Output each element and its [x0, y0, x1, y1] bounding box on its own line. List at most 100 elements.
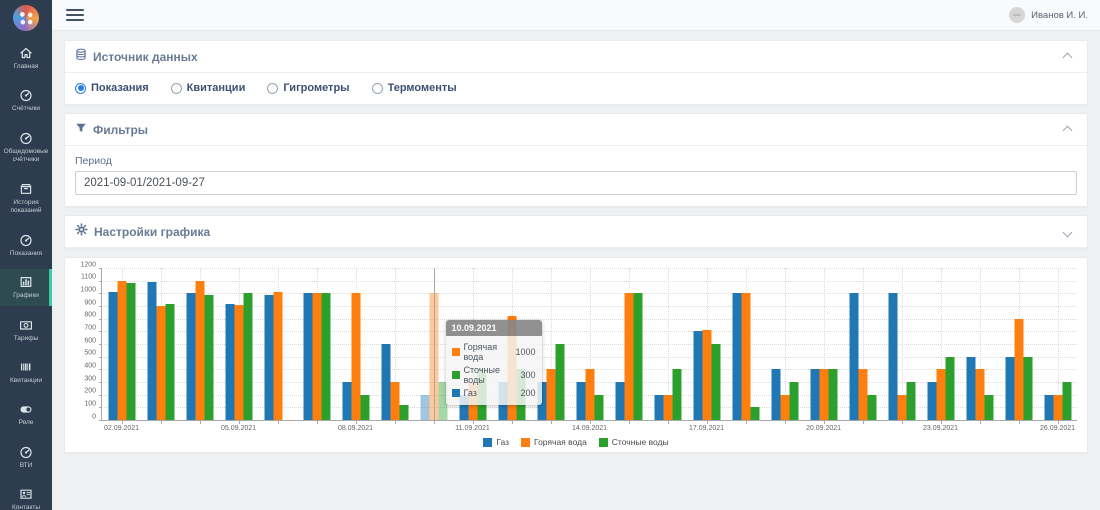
bar[interactable] [906, 382, 915, 420]
sidebar-item-6[interactable]: Тарифы [0, 312, 52, 348]
sidebar-item-7[interactable]: Квитанции [0, 354, 52, 390]
source-option-3[interactable]: Термоменты [372, 82, 457, 94]
bar[interactable] [663, 395, 672, 420]
source-option-1[interactable]: Квитанции [171, 82, 246, 94]
bar-group [180, 268, 219, 420]
legend-item-2[interactable]: Сточные воды [599, 437, 669, 447]
bar[interactable] [594, 395, 603, 420]
bar[interactable] [819, 369, 828, 420]
bar[interactable] [234, 305, 243, 420]
bar[interactable] [576, 382, 585, 420]
bar[interactable] [732, 293, 741, 420]
source-option-2[interactable]: Гигрометры [267, 82, 349, 94]
bar[interactable] [165, 304, 174, 420]
legend-item-1[interactable]: Горячая вода [521, 437, 587, 447]
bar[interactable] [750, 407, 759, 420]
source-option-0[interactable]: Показания [75, 82, 149, 94]
bar[interactable] [975, 369, 984, 420]
bar[interactable] [633, 293, 642, 420]
sidebar-item-10[interactable]: Контакты [0, 481, 52, 510]
bar[interactable] [381, 344, 390, 420]
bar[interactable] [273, 292, 282, 420]
bar[interactable] [243, 293, 252, 420]
bar-group [609, 268, 648, 420]
bar[interactable] [966, 357, 975, 420]
bar[interactable] [117, 281, 126, 420]
sidebar-item-0[interactable]: Главная [0, 40, 52, 76]
bar[interactable] [360, 395, 369, 420]
panel-chart-settings: Настройки графика [64, 215, 1088, 249]
bar[interactable] [1053, 395, 1062, 420]
bar[interactable] [654, 395, 663, 420]
y-axis-label: 900 [84, 299, 96, 306]
bar[interactable] [927, 382, 936, 420]
bar[interactable] [1005, 357, 1014, 420]
bar[interactable] [585, 369, 594, 420]
tooltip-series-value: 300 [520, 370, 535, 380]
bar[interactable] [780, 395, 789, 420]
bar[interactable] [858, 369, 867, 420]
legend-item-0[interactable]: Газ [483, 437, 509, 447]
bar[interactable] [156, 306, 165, 420]
x-axis-tick [512, 420, 513, 424]
bar[interactable] [321, 293, 330, 420]
bar[interactable] [624, 293, 633, 420]
bar[interactable] [1023, 357, 1032, 420]
bar[interactable] [693, 331, 702, 420]
bar[interactable] [672, 369, 681, 420]
sidebar-item-4[interactable]: Показания [0, 227, 52, 263]
bar[interactable] [828, 369, 837, 420]
bar[interactable] [390, 382, 399, 420]
sidebar-item-label: Общедомовые счётчики [2, 148, 50, 165]
sidebar-item-9[interactable]: ВТИ [0, 439, 52, 475]
bar[interactable] [555, 344, 564, 420]
bar[interactable] [204, 295, 213, 420]
y-axis-label: 0 [92, 413, 96, 420]
bar[interactable] [399, 405, 408, 420]
sidebar-item-8[interactable]: Реле [0, 396, 52, 432]
sidebar-item-3[interactable]: История показаний [0, 176, 52, 221]
bar[interactable] [888, 293, 897, 420]
bar[interactable] [867, 395, 876, 420]
bar[interactable] [303, 293, 312, 420]
period-input[interactable] [75, 171, 1077, 195]
bar[interactable] [702, 330, 711, 420]
bar[interactable] [810, 369, 819, 420]
bar[interactable] [147, 282, 156, 420]
bar[interactable] [420, 395, 429, 420]
bar[interactable] [225, 304, 234, 420]
bar[interactable] [945, 357, 954, 420]
sidebar-item-1[interactable]: Счётчики [0, 82, 52, 118]
bar[interactable] [186, 293, 195, 420]
bar[interactable] [897, 395, 906, 420]
sidebar-item-5[interactable]: Графики [0, 269, 52, 305]
bar[interactable] [108, 292, 117, 420]
bar[interactable] [849, 293, 858, 420]
bar[interactable] [195, 281, 204, 420]
app-logo[interactable] [13, 5, 39, 31]
bar[interactable] [711, 344, 720, 420]
bar[interactable] [1062, 382, 1071, 420]
bar[interactable] [312, 293, 321, 420]
bar[interactable] [615, 382, 624, 420]
bar[interactable] [546, 369, 555, 420]
sidebar-item-2[interactable]: Общедомовые счётчики [0, 125, 52, 170]
chevron-up-icon[interactable] [1063, 52, 1073, 62]
user-menu[interactable]: Иванов И. И. [1009, 7, 1088, 23]
bar[interactable] [984, 395, 993, 420]
gear-icon [75, 223, 88, 241]
bar[interactable] [1014, 319, 1023, 420]
bar[interactable] [126, 283, 135, 420]
chevron-up-icon[interactable] [1063, 125, 1073, 135]
bar[interactable] [789, 382, 798, 420]
bar[interactable] [741, 293, 750, 420]
chevron-down-icon[interactable] [1063, 227, 1073, 237]
bar[interactable] [342, 382, 351, 420]
bar[interactable] [264, 295, 273, 420]
bar[interactable] [1044, 395, 1053, 420]
bar[interactable] [936, 369, 945, 420]
y-axis-label: 100 [84, 400, 96, 407]
bar[interactable] [351, 293, 360, 420]
bar[interactable] [771, 369, 780, 420]
menu-toggle-icon[interactable] [66, 6, 84, 24]
